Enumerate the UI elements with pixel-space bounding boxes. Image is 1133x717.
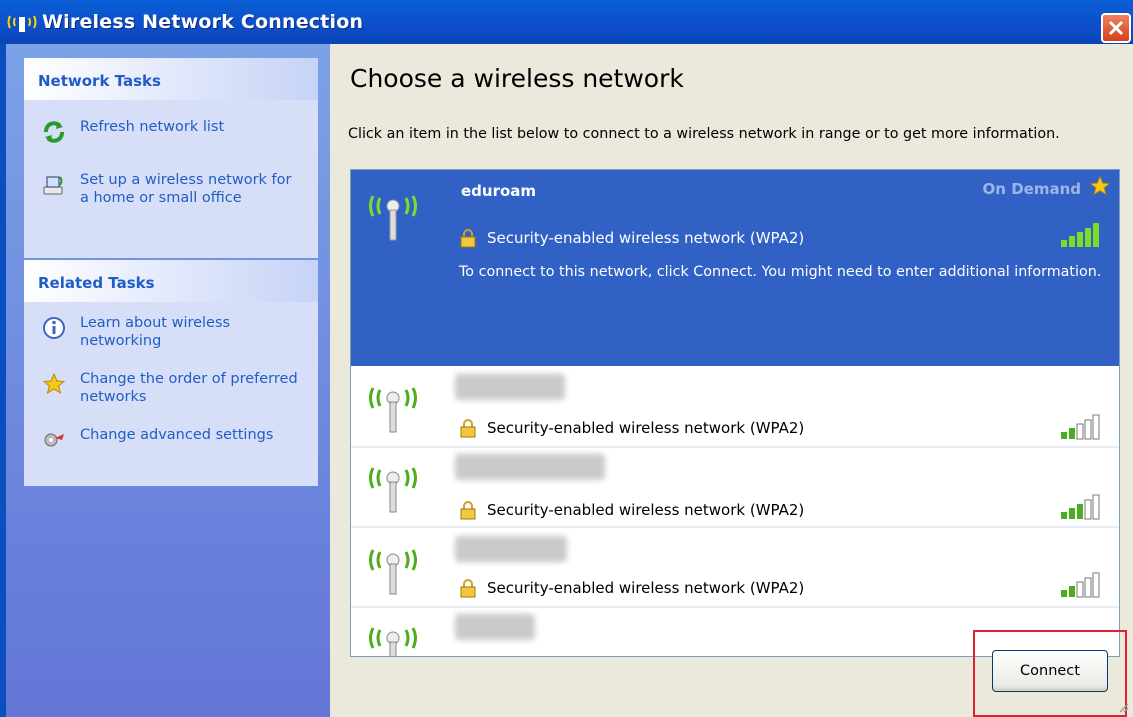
learn-wireless-link[interactable]: Learn about wireless networking (24, 314, 318, 350)
window-title: Wireless Network Connection (42, 11, 364, 33)
network-ssid-redacted (455, 614, 535, 640)
lock-icon (460, 501, 476, 520)
related-tasks-title: Related Tasks (24, 260, 318, 302)
connect-button[interactable]: Connect (992, 650, 1108, 692)
close-button[interactable] (1101, 13, 1131, 43)
network-security: Security-enabled wireless network (WPA2) (459, 228, 804, 248)
network-description: To connect to this network, click Connec… (459, 264, 1102, 280)
change-order-label: Change the order of preferred networks (80, 371, 298, 405)
change-advanced-settings-link[interactable]: Change advanced settings (24, 426, 318, 452)
wireless-network-icon (7, 15, 37, 32)
network-security-label: Security-enabled wireless network (WPA2) (487, 229, 805, 247)
network-item-eduroam[interactable]: eduroam On Demand Security-enabled wirel… (351, 170, 1119, 366)
lock-icon (460, 229, 476, 248)
change-advanced-settings-label: Change advanced settings (80, 427, 274, 443)
setup-wireless-icon (43, 176, 63, 195)
network-status: On Demand (982, 180, 1081, 198)
wireless-antenna-icon (369, 467, 417, 513)
refresh-icon (44, 121, 64, 143)
signal-strength-icon (1061, 414, 1100, 440)
refresh-network-list-link[interactable]: Refresh network list (24, 118, 318, 144)
signal-strength-icon (1061, 494, 1100, 520)
network-item[interactable]: Security-enabled wireless network (WPA2) (351, 366, 1119, 446)
instructions-text: Click an item in the list below to conne… (348, 126, 1060, 142)
resize-grip-icon[interactable] (1117, 701, 1129, 713)
page-title: Choose a wireless network (350, 64, 684, 93)
network-security: Security-enabled wireless network (WPA2) (459, 500, 804, 520)
title-bar: Wireless Network Connection (0, 0, 1133, 44)
network-ssid-redacted (455, 454, 605, 480)
network-item[interactable]: Security-enabled wireless network (WPA2) (351, 528, 1119, 606)
network-ssid: eduroam (461, 182, 537, 200)
network-ssid-redacted (455, 536, 567, 562)
network-tasks-panel: Network Tasks Refresh network list Set u… (24, 58, 318, 258)
wireless-antenna-icon (369, 195, 417, 241)
network-security: Security-enabled wireless network (WPA2) (459, 578, 804, 598)
network-item[interactable]: Security-enabled wireless network (WPA2) (351, 448, 1119, 526)
learn-wireless-label: Learn about wireless networking (80, 315, 231, 349)
wireless-antenna-icon (369, 549, 417, 595)
signal-strength-icon (1061, 572, 1100, 598)
setup-wireless-network-label: Set up a wireless network for a home or … (80, 172, 292, 206)
network-security: Security-enabled wireless network (WPA2) (459, 418, 804, 438)
network-ssid-redacted (455, 374, 565, 400)
change-order-link[interactable]: Change the order of preferred networks (24, 370, 318, 406)
network-security-label: Security-enabled wireless network (WPA2) (487, 579, 805, 597)
wireless-antenna-icon (369, 387, 417, 433)
refresh-network-list-label: Refresh network list (80, 119, 225, 135)
network-security-label: Security-enabled wireless network (WPA2) (487, 501, 805, 519)
lock-icon (460, 579, 476, 598)
network-list[interactable]: eduroam On Demand Security-enabled wirel… (350, 169, 1120, 657)
setup-wireless-network-link[interactable]: Set up a wireless network for a home or … (24, 171, 318, 207)
lock-icon (460, 419, 476, 438)
close-icon (1108, 20, 1124, 36)
star-icon (42, 372, 66, 395)
signal-strength-icon (1061, 223, 1099, 247)
settings-icon (44, 433, 64, 447)
network-security-label: Security-enabled wireless network (WPA2) (487, 419, 805, 437)
main-pane: Choose a wireless network Click an item … (330, 44, 1133, 717)
wireless-antenna-icon (369, 627, 417, 656)
related-tasks-panel: Related Tasks Learn about wireless netwo… (24, 260, 318, 486)
preferred-star-icon (1089, 175, 1111, 196)
info-icon (43, 317, 65, 339)
task-pane: Network Tasks Refresh network list Set u… (0, 44, 330, 717)
network-tasks-title: Network Tasks (24, 58, 318, 100)
